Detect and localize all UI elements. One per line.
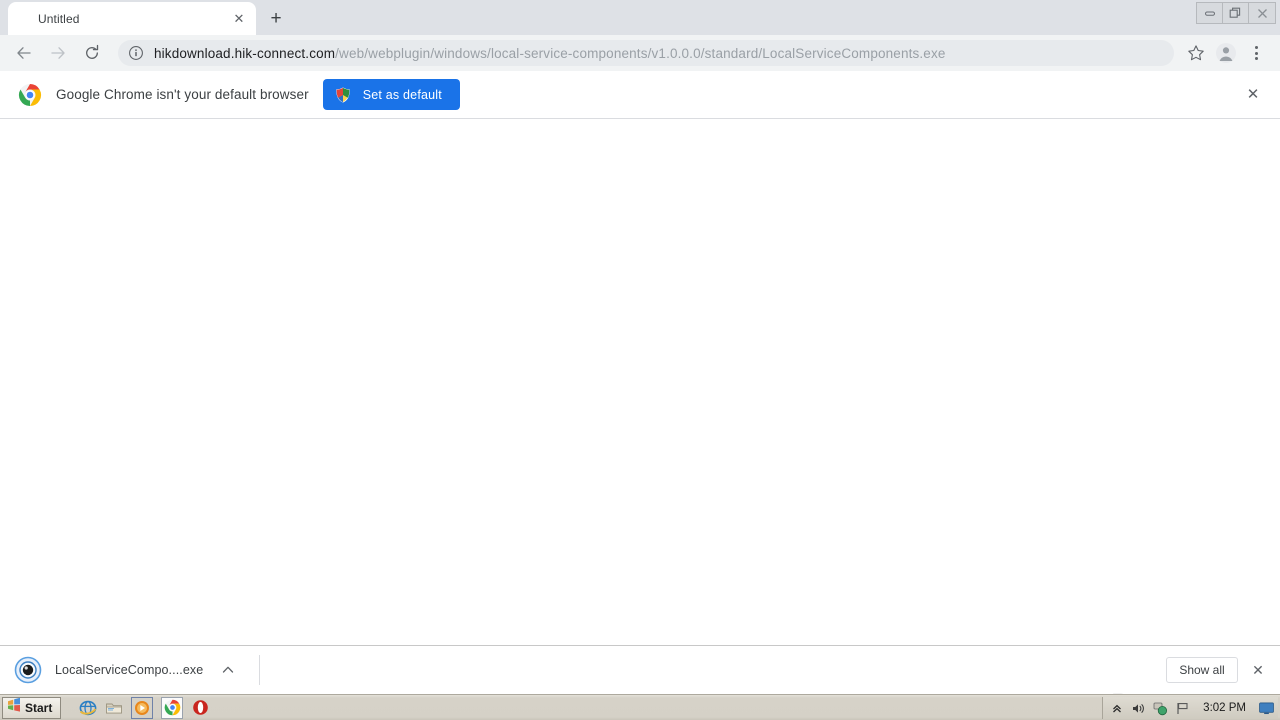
taskbar-clock[interactable]: 3:02 PM [1203, 702, 1246, 714]
network-icon[interactable] [1153, 701, 1168, 716]
chrome-icon[interactable] [161, 696, 184, 719]
url-host: hikdownload.hik-connect.com [154, 45, 336, 61]
restore-button[interactable] [1223, 3, 1249, 23]
download-file-name: LocalServiceCompo....exe [55, 662, 204, 677]
browser-tab[interactable]: Untitled ✕ [8, 2, 256, 35]
tab-strip: Untitled ✕ + [0, 0, 1280, 35]
internet-explorer-icon[interactable] [79, 699, 97, 717]
start-button-label: Start [25, 700, 53, 715]
show-all-downloads-button[interactable]: Show all [1166, 656, 1238, 683]
quick-launch-bar [79, 696, 209, 719]
url-text: hikdownload.hik-connect.com/web/webplugi… [154, 46, 946, 61]
set-as-default-label: Set as default [362, 87, 442, 102]
default-browser-infobar: Google Chrome isn't your default browser… [0, 71, 1280, 119]
reload-button[interactable] [78, 39, 106, 67]
chrome-logo-icon [18, 83, 42, 107]
browser-toolbar: hikdownload.hik-connect.com/web/webplugi… [0, 35, 1280, 71]
browser-window: Untitled ✕ + hikdownload.hik-connect.com… [0, 0, 1280, 720]
volume-icon[interactable] [1131, 701, 1146, 716]
windows-flag-icon [6, 697, 22, 718]
info-circle-icon[interactable] [128, 45, 144, 61]
download-item[interactable]: LocalServiceCompo....exe [0, 646, 237, 693]
media-player-icon[interactable] [131, 696, 154, 719]
shelf-divider [259, 654, 261, 685]
bookmark-star-icon[interactable] [1182, 39, 1210, 67]
windows-taskbar: Start 3:02 PM [0, 694, 1280, 720]
infobar-message: Google Chrome isn't your default browser [56, 87, 309, 102]
infobar-close-icon[interactable]: ✕ [1240, 82, 1266, 108]
forward-button[interactable] [44, 39, 72, 67]
back-button[interactable] [10, 39, 38, 67]
opera-icon[interactable] [191, 699, 209, 717]
download-shelf: LocalServiceCompo....exe Show all ✕ [0, 645, 1280, 693]
tab-title: Untitled [38, 11, 80, 26]
file-explorer-icon[interactable] [105, 699, 123, 717]
flag-icon[interactable] [1175, 701, 1190, 716]
window-controls [1196, 2, 1276, 24]
address-bar[interactable]: hikdownload.hik-connect.com/web/webplugi… [118, 40, 1174, 66]
page-content [0, 120, 1280, 645]
new-tab-button[interactable]: + [262, 4, 290, 32]
system-tray: 3:02 PM [1102, 697, 1278, 719]
minimize-button[interactable] [1197, 3, 1223, 23]
set-as-default-button[interactable]: Set as default [322, 79, 460, 110]
file-exe-icon [14, 656, 42, 684]
three-dots-menu-icon[interactable] [1242, 39, 1270, 67]
show-desktop-icon[interactable] [1259, 701, 1274, 716]
chevron-up-icon[interactable] [219, 661, 237, 679]
close-button[interactable] [1249, 3, 1275, 23]
download-shelf-close-icon[interactable]: ✕ [1246, 658, 1270, 682]
shield-icon [335, 86, 351, 103]
profile-avatar-icon[interactable] [1212, 39, 1240, 67]
show-hidden-icons-icon[interactable] [1109, 701, 1124, 716]
url-path: /web/webplugin/windows/local-service-com… [335, 45, 946, 61]
tab-close-icon[interactable]: ✕ [230, 10, 248, 28]
start-button[interactable]: Start [2, 696, 62, 719]
